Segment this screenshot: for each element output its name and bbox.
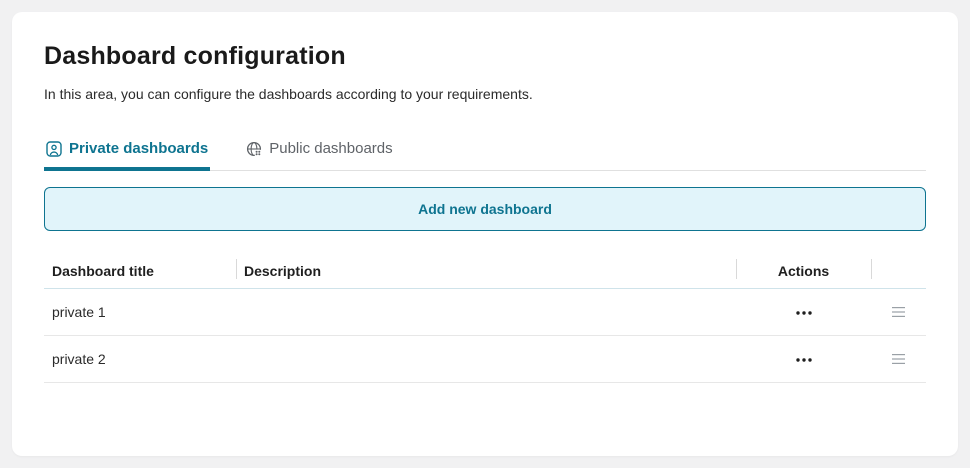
page-subtitle: In this area, you can configure the dash… [44, 86, 533, 102]
tab-private-dashboards[interactable]: Private dashboards [44, 140, 211, 171]
column-header-drag [871, 255, 926, 289]
row-actions-button[interactable] [790, 305, 818, 321]
drag-handle-icon[interactable] [886, 301, 911, 323]
user-badge-icon [46, 140, 62, 157]
dashboard-title-cell: private 1 [44, 288, 236, 336]
drag-handle-icon[interactable] [886, 348, 911, 370]
add-new-dashboard-button[interactable]: Add new dashboard [44, 187, 926, 231]
tab-bar: Private dashboards Public dashboards [44, 140, 926, 171]
globe-icon [246, 141, 262, 157]
row-actions-button[interactable] [790, 352, 818, 368]
dashboard-title-cell: private 2 [44, 335, 236, 383]
dashboards-table: Dashboard title Description Actions priv… [44, 255, 926, 383]
page-title: Dashboard configuration [44, 42, 346, 70]
column-header-description: Description [236, 255, 736, 289]
ellipsis-icon [795, 358, 812, 362]
table-row: private 2 [44, 335, 926, 383]
table-row: private 1 [44, 288, 926, 336]
ellipsis-icon [795, 311, 812, 315]
tab-public-dashboards[interactable]: Public dashboards [244, 140, 394, 171]
dashboard-config-card: Dashboard configuration In this area, yo… [12, 12, 958, 456]
table-header-row: Dashboard title Description Actions [44, 255, 926, 289]
column-header-actions: Actions [736, 255, 871, 289]
description-cell [236, 288, 736, 336]
tab-label: Private dashboards [69, 140, 209, 157]
tab-label: Public dashboards [269, 140, 393, 157]
column-header-dashboard-title: Dashboard title [44, 255, 236, 289]
description-cell [236, 335, 736, 383]
